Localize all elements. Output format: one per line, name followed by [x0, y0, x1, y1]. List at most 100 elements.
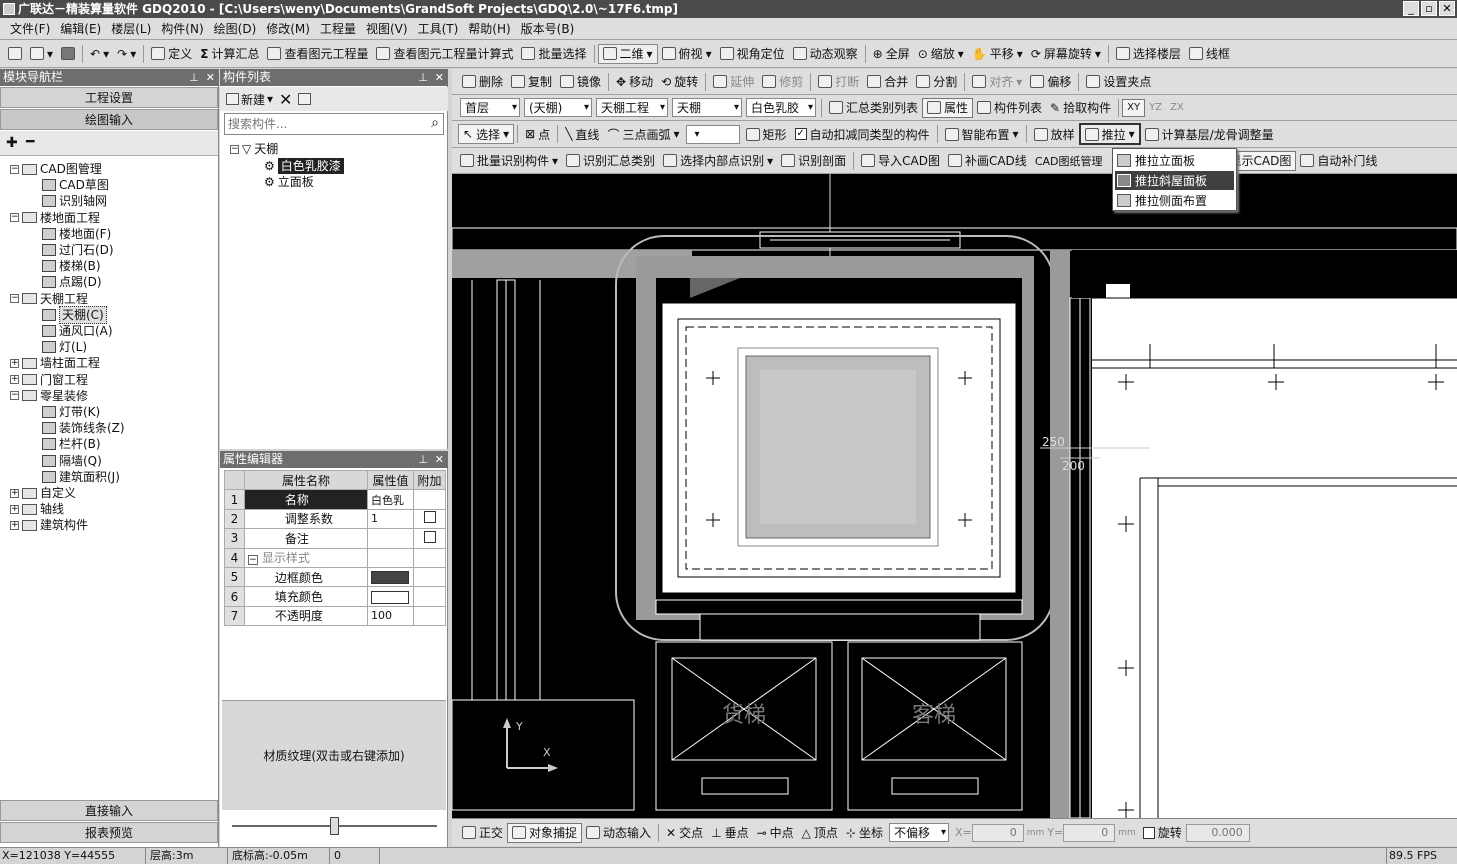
zoom-button[interactable]: ⊙ 缩放 ▾ [914, 40, 968, 67]
nav-tree-item[interactable]: 装饰线条(Z) [42, 420, 125, 436]
xy-plane-button[interactable]: XY [1122, 98, 1146, 117]
select-button[interactable]: ↖ 选择 ▾ [458, 124, 515, 144]
property-value[interactable]: 100 [367, 605, 414, 627]
property-value[interactable] [367, 528, 414, 549]
component-tree-item[interactable]: ⚙ 立面板 [264, 174, 314, 190]
close-icon[interactable]: ✕ [206, 71, 215, 84]
rectangle-button[interactable]: 矩形 [742, 121, 791, 147]
nav-tree-item[interactable]: + 轴线 [10, 501, 64, 517]
nav-tree-item[interactable]: + 自定义 [10, 485, 76, 501]
collapse-icon[interactable]: − [10, 294, 19, 304]
property-row[interactable]: 2 调整系数 1 [224, 508, 446, 530]
offset-mode-select[interactable]: 不偏移 [889, 823, 949, 842]
pin-icon[interactable]: ⊥ [418, 453, 428, 466]
overlook-button[interactable]: 俯视 ▾ [658, 40, 716, 67]
push-pull-button[interactable]: 推拉 ▾ [1078, 123, 1141, 145]
close-icon[interactable]: ✕ [435, 71, 444, 84]
copy-icon[interactable] [298, 93, 312, 105]
component-list-button[interactable]: 构件列表 [973, 95, 1046, 120]
menu-tools[interactable]: 工具(T) [414, 20, 463, 37]
wireframe-button[interactable]: 线框 [1185, 40, 1234, 67]
nav-tree-item[interactable]: 识别轴网 [42, 193, 107, 209]
type-select[interactable]: (天棚) [524, 98, 592, 117]
color-swatch[interactable] [371, 571, 410, 585]
rotate-screen-button[interactable]: ⟳ 屏幕旋转 ▾ [1027, 40, 1105, 67]
search-input[interactable] [225, 114, 415, 134]
color-swatch[interactable] [371, 590, 410, 604]
cad-manage-button[interactable]: CAD图纸管理 [1031, 148, 1107, 173]
ortho-button[interactable]: 正交 [458, 819, 507, 846]
nav-tree-item[interactable]: − 天棚工程 [10, 291, 88, 307]
nav-tree-item[interactable]: − 楼地面工程 [10, 210, 100, 226]
delete-icon[interactable]: ✕ [279, 90, 292, 109]
project-select[interactable]: 天棚工程 [596, 98, 668, 117]
nav-tree-item[interactable]: 灯带(K) [42, 404, 100, 420]
component-tree-item[interactable]: − ▽ 天棚 [230, 141, 278, 157]
expand-icon[interactable]: + [10, 488, 19, 498]
menu-item-push-side[interactable]: 推拉侧面布置 [1115, 191, 1234, 210]
summary-list-button[interactable]: 汇总类别列表 [825, 95, 922, 120]
property-row[interactable]: 6 填充颜色 [224, 586, 446, 607]
nav-tree-item[interactable]: 楼梯(B) [42, 258, 101, 274]
break-button[interactable]: 打断 [814, 69, 863, 94]
nav-tree-item[interactable]: 天棚(C) [42, 305, 107, 324]
property-row[interactable]: 4− 显示样式 [224, 547, 446, 568]
draw-option-select[interactable] [685, 124, 740, 144]
nav-tree-item[interactable]: − CAD图管理 [10, 161, 102, 177]
collapse-all-icon[interactable]: ━ [26, 134, 34, 150]
property-button[interactable]: 属性 [922, 97, 974, 118]
checkbox-icon[interactable] [423, 530, 436, 543]
auto-door-line-button[interactable]: 自动补门线 [1296, 148, 1381, 173]
pick-component-button[interactable]: ✎ 拾取构件 [1046, 95, 1115, 120]
close-button[interactable]: ✕ [1439, 1, 1455, 16]
property-value[interactable] [367, 547, 414, 568]
object-snap-button[interactable]: 对象捕捉 [507, 822, 583, 843]
opacity-slider[interactable] [232, 817, 437, 835]
collapse-icon[interactable]: − [10, 213, 19, 223]
menu-quantity[interactable]: 工程量 [316, 20, 360, 37]
select-inner-button[interactable]: 选择内部点识别 ▾ [659, 148, 777, 173]
cad-canvas[interactable]: 货梯 客梯 250 200 Y X [452, 174, 1457, 818]
property-value[interactable] [367, 586, 414, 607]
batch-select-button[interactable]: 批量选择 [517, 40, 590, 67]
pin-icon[interactable]: ⊥ [418, 71, 428, 84]
split-button[interactable]: 分割 [912, 69, 961, 94]
nav-tree-item[interactable]: + 门窗工程 [10, 372, 88, 388]
place-button[interactable]: 放样 [1030, 121, 1079, 147]
expand-icon[interactable]: + [10, 504, 19, 514]
arc3-button[interactable]: ⌒ 三点画弧 ▾ [603, 121, 683, 147]
collapse-icon[interactable]: − [247, 555, 258, 566]
collapse-icon[interactable]: − [230, 144, 239, 154]
menu-item-push-facade[interactable]: 推拉立面板 [1115, 151, 1234, 170]
fullscreen-button[interactable]: ⊕ 全屏 [869, 40, 914, 67]
category-select[interactable]: 天棚 [672, 98, 742, 117]
collapse-icon[interactable]: − [10, 391, 19, 401]
pan-button[interactable]: ✋ 平移 ▾ [968, 40, 1027, 67]
menu-floor[interactable]: 楼层(L) [107, 20, 155, 37]
menu-modify[interactable]: 修改(M) [262, 20, 314, 37]
point-button[interactable]: ⊠ 点 [521, 121, 554, 147]
merge-button[interactable]: 合并 [863, 69, 912, 94]
mirror-button[interactable]: 镜像 [556, 69, 605, 94]
property-value[interactable]: 白色乳 [367, 489, 414, 510]
tab-project-settings[interactable]: 工程设置 [0, 87, 218, 108]
identify-summary-button[interactable]: 识别汇总类别 [562, 148, 659, 173]
property-value[interactable]: 1 [367, 508, 414, 530]
menu-item-push-slope-roof[interactable]: 推拉斜屋面板 [1115, 171, 1234, 190]
minimize-button[interactable]: _ [1403, 1, 1419, 16]
calc-base-button[interactable]: 计算基层/龙骨调整量 [1141, 121, 1278, 147]
slider-handle[interactable] [330, 817, 339, 835]
delete-button[interactable]: 删除 [458, 69, 507, 94]
property-row[interactable]: 3 备注 [224, 528, 446, 549]
set-grip-button[interactable]: 设置夹点 [1082, 69, 1155, 94]
floor-select[interactable]: 首层 [460, 98, 520, 117]
view-locate-button[interactable]: 视角定位 [716, 40, 789, 67]
rotate-input[interactable]: 0.000 [1185, 823, 1250, 842]
batch-identify-button[interactable]: 批量识别构件 ▾ [456, 148, 562, 173]
menu-help[interactable]: 帮助(H) [464, 20, 514, 37]
property-row[interactable]: 7 不透明度 100 [224, 605, 446, 627]
nav-tree-item[interactable]: 楼地面(F) [42, 226, 111, 242]
property-row[interactable]: 5 边框颜色 [224, 566, 446, 588]
menu-version[interactable]: 版本号(B) [517, 20, 579, 37]
component-select[interactable]: 白色乳胶 [746, 98, 816, 117]
